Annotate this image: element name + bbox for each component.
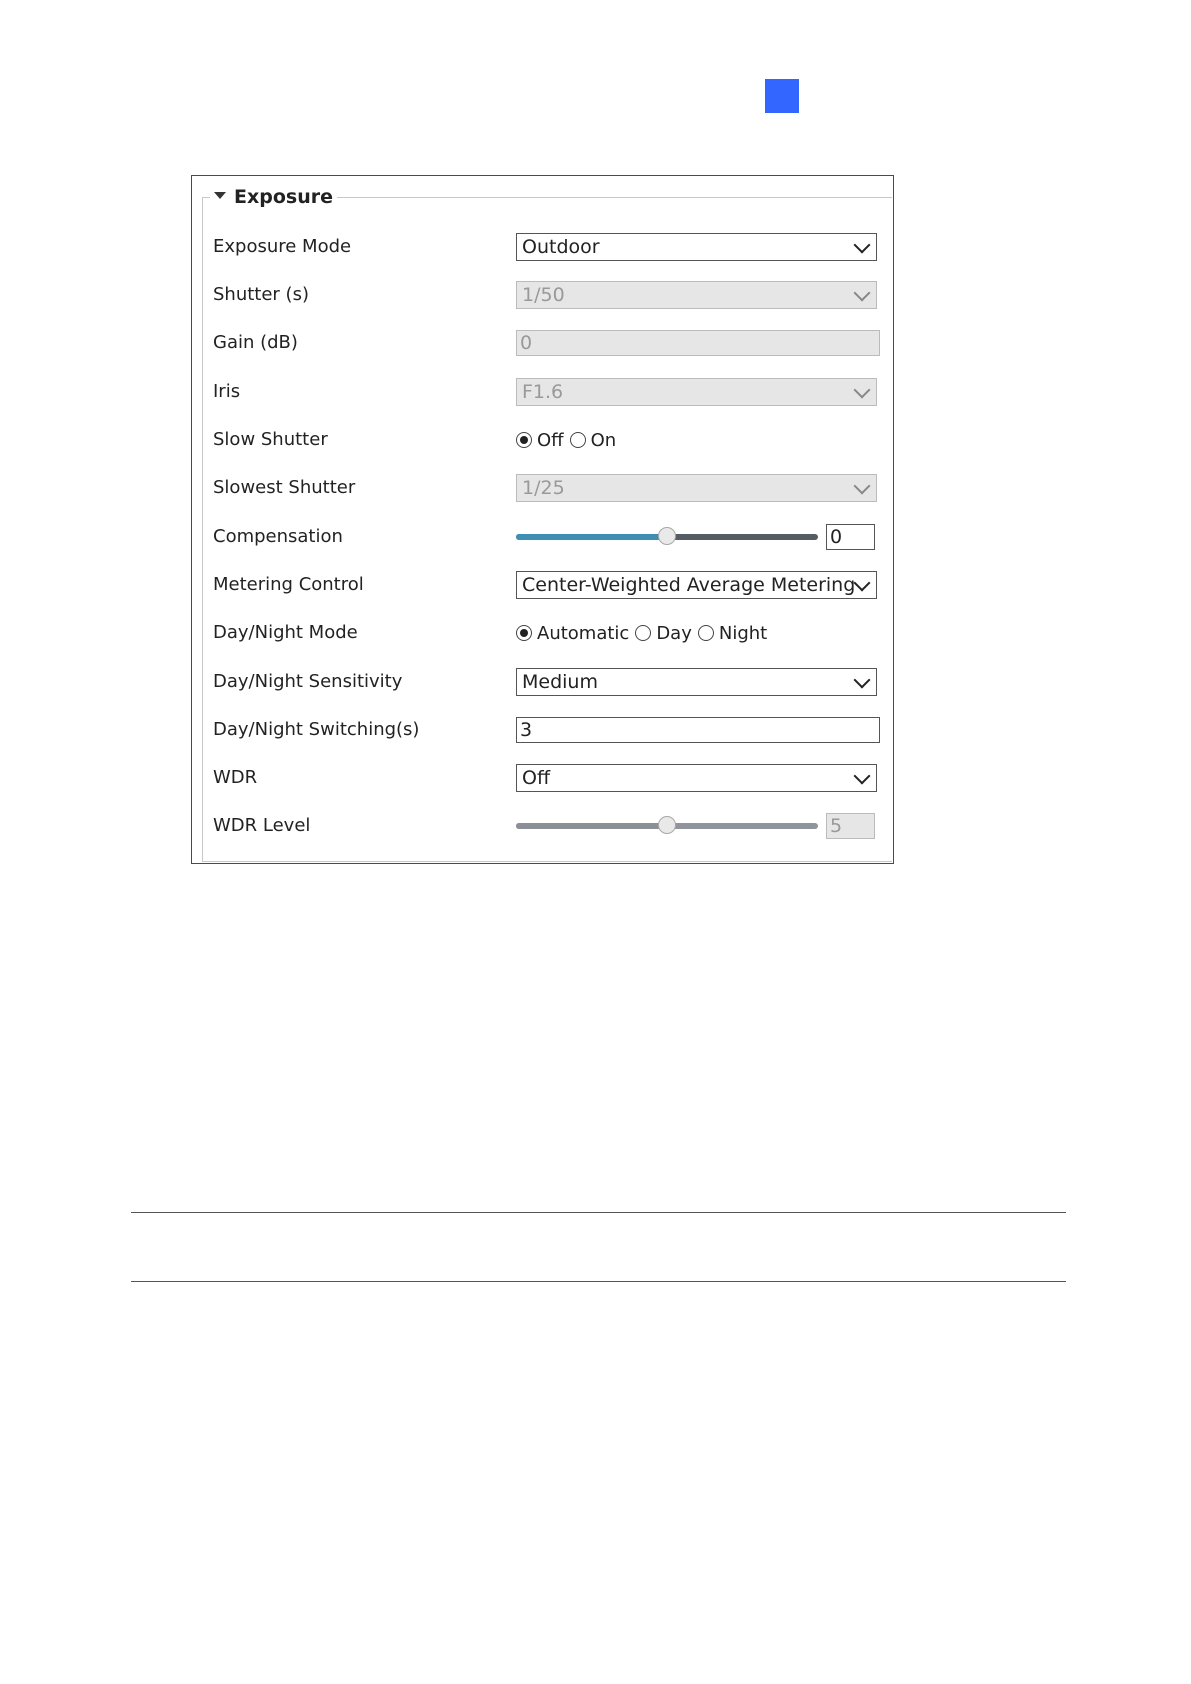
chevron-down-icon — [853, 574, 871, 592]
iris-select[interactable]: F1.6 — [516, 378, 877, 406]
compensation-input[interactable]: 0 — [826, 524, 875, 550]
slowest-shutter-value: 1/25 — [522, 477, 565, 499]
wdr-level-slider-fill — [516, 823, 667, 829]
wdr-level-slider-thumb[interactable] — [658, 816, 676, 834]
slow-shutter-on-radio[interactable] — [569, 432, 586, 448]
shutter-value: 1/50 — [522, 284, 565, 306]
exposure-legend[interactable]: Exposure — [210, 186, 337, 208]
day-night-switching-label: Day/Night Switching(s) — [213, 719, 420, 740]
slow-shutter-label: Slow Shutter — [213, 429, 328, 450]
gain-input[interactable]: 0 — [516, 330, 880, 356]
compensation-slider-fill — [516, 534, 667, 540]
shutter-label: Shutter (s) — [213, 284, 309, 305]
slowest-shutter-select[interactable]: 1/25 — [516, 474, 877, 502]
compensation-slider[interactable] — [516, 527, 818, 547]
iris-label: Iris — [213, 381, 241, 402]
compensation-slider-thumb[interactable] — [658, 527, 676, 545]
wdr-level-input[interactable]: 5 — [826, 813, 875, 839]
wdr-value: Off — [522, 767, 551, 789]
slowest-shutter-label: Slowest Shutter — [213, 477, 356, 498]
exposure-mode-label: Exposure Mode — [213, 236, 352, 257]
chevron-down-icon — [853, 477, 871, 495]
day-night-sensitivity-label: Day/Night Sensitivity — [213, 671, 403, 692]
day-night-sensitivity-value: Medium — [522, 671, 598, 693]
day-night-automatic-label: Automatic — [537, 622, 630, 644]
chevron-down-icon — [853, 236, 871, 254]
slow-shutter-radio-group: Off On — [516, 430, 622, 451]
exposure-mode-select[interactable]: Outdoor — [516, 233, 877, 261]
day-night-day-label: Day — [656, 622, 692, 644]
compensation-value: 0 — [830, 526, 843, 548]
row-gain: Gain (dB) 0 — [213, 328, 880, 358]
row-iris: Iris F1.6 — [213, 377, 877, 407]
day-night-night-radio[interactable] — [697, 625, 714, 641]
wdr-level-label: WDR Level — [213, 815, 311, 836]
chevron-down-icon — [853, 671, 871, 689]
row-metering-control: Metering Control Center-Weighted Average… — [213, 570, 877, 600]
day-night-switching-value: 3 — [520, 719, 533, 741]
slow-shutter-off-radio[interactable] — [516, 432, 532, 448]
day-night-mode-label: Day/Night Mode — [213, 622, 358, 643]
wdr-level-value: 5 — [830, 815, 843, 837]
wdr-level-slider[interactable] — [516, 816, 818, 836]
metering-control-select[interactable]: Center-Weighted Average Metering — [516, 571, 877, 599]
horizontal-rule-bottom — [131, 1281, 1066, 1282]
row-wdr-level: WDR Level 5 — [213, 811, 875, 841]
exposure-mode-value: Outdoor — [522, 236, 600, 258]
exposure-settings-screenshot: Exposure Exposure Mode Outdoor Shutter (… — [191, 175, 894, 864]
day-night-automatic-radio[interactable] — [516, 625, 532, 641]
row-slowest-shutter: Slowest Shutter 1/25 — [213, 473, 877, 503]
iris-value: F1.6 — [522, 381, 564, 403]
gain-value: 0 — [520, 332, 533, 354]
chevron-down-icon — [853, 767, 871, 785]
row-day-night-mode: Day/Night Mode Automatic Day Night — [213, 618, 873, 648]
wdr-label: WDR — [213, 767, 258, 788]
horizontal-rule-top — [131, 1212, 1066, 1213]
row-day-night-switching: Day/Night Switching(s) 3 — [213, 715, 880, 745]
row-day-night-sensitivity: Day/Night Sensitivity Medium — [213, 667, 877, 697]
day-night-sensitivity-select[interactable]: Medium — [516, 668, 877, 696]
chevron-down-icon — [853, 284, 871, 302]
row-wdr: WDR Off — [213, 763, 877, 793]
wdr-select[interactable]: Off — [516, 764, 877, 792]
metering-control-value: Center-Weighted Average Metering — [522, 574, 856, 596]
legend-title: Exposure — [234, 186, 333, 208]
day-night-day-radio[interactable] — [635, 625, 652, 641]
row-slow-shutter: Slow Shutter Off On — [213, 425, 873, 455]
row-exposure-mode: Exposure Mode Outdoor — [213, 232, 877, 262]
blue-square-marker — [765, 79, 799, 113]
gain-label: Gain (dB) — [213, 332, 298, 353]
metering-control-label: Metering Control — [213, 574, 364, 595]
slow-shutter-on-label: On — [590, 429, 617, 451]
shutter-select[interactable]: 1/50 — [516, 281, 877, 309]
row-shutter: Shutter (s) 1/50 — [213, 280, 877, 310]
day-night-mode-radio-group: Automatic Day Night — [516, 623, 773, 644]
day-night-switching-input[interactable]: 3 — [516, 717, 880, 743]
row-compensation: Compensation 0 — [213, 522, 875, 552]
compensation-label: Compensation — [213, 526, 343, 547]
chevron-down-icon — [853, 381, 871, 399]
day-night-night-label: Night — [718, 622, 768, 644]
collapse-triangle-icon[interactable] — [214, 191, 226, 199]
slow-shutter-off-label: Off — [537, 429, 564, 451]
